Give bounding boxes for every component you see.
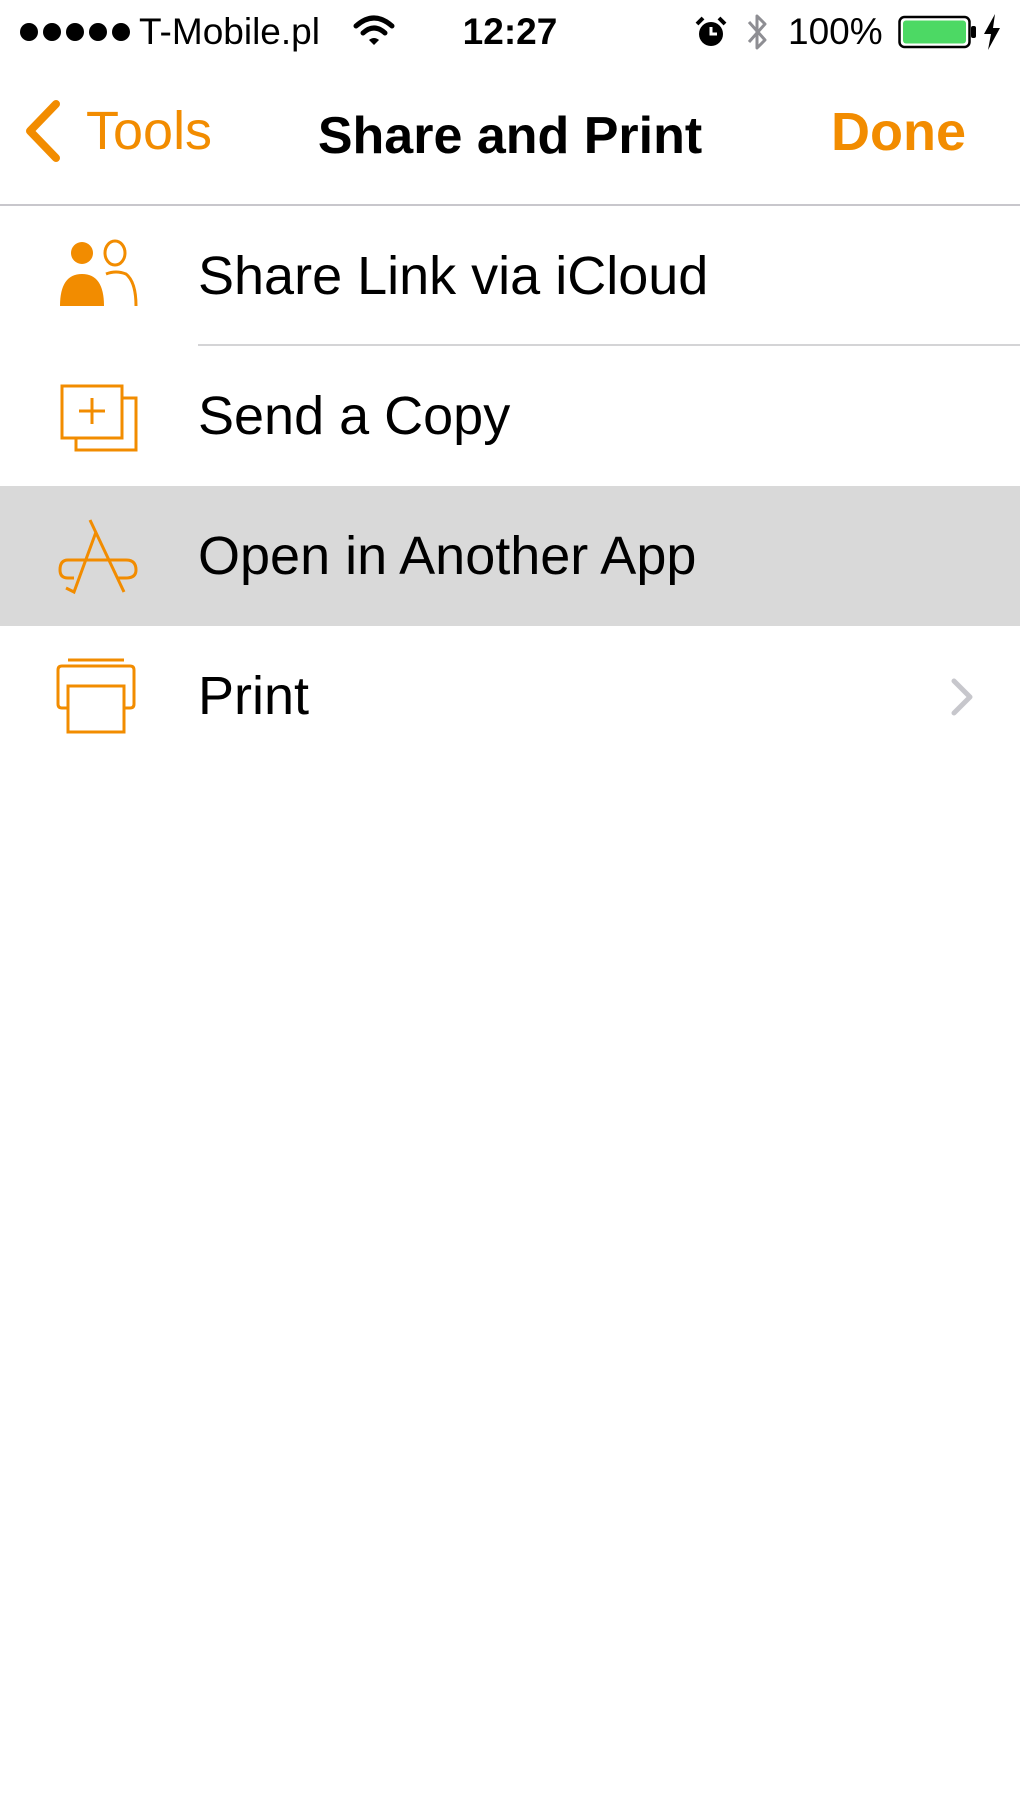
- share-options-list: Share Link via iCloud Send a Copy Open i…: [0, 206, 1020, 766]
- done-button[interactable]: Done: [831, 102, 966, 162]
- list-item-label: Print: [198, 666, 310, 726]
- bluetooth-icon: [747, 14, 767, 50]
- list-item-label: Send a Copy: [198, 386, 511, 446]
- chevron-right-icon: [951, 678, 973, 716]
- battery-icon: [898, 15, 976, 49]
- app-store-icon: [58, 519, 138, 595]
- copy-add-icon: [60, 384, 138, 452]
- battery-percent: 100%: [788, 11, 883, 52]
- list-item-label: Open in Another App: [198, 526, 697, 586]
- status-bar: T-Mobile.pl 12:27 100%: [0, 0, 1020, 64]
- people-icon: [60, 239, 138, 307]
- list-item-send-copy[interactable]: Send a Copy: [0, 346, 1020, 486]
- navigation-bar: Tools Share and Print Done: [0, 64, 1020, 206]
- list-item-print[interactable]: Print: [0, 626, 1020, 766]
- list-item-open-in-app[interactable]: Open in Another App: [0, 486, 1020, 626]
- list-item-share-link[interactable]: Share Link via iCloud: [0, 206, 1020, 346]
- charging-icon: [984, 14, 1000, 50]
- printer-icon: [56, 658, 136, 734]
- alarm-icon: [695, 16, 727, 46]
- list-item-label: Share Link via iCloud: [198, 246, 709, 306]
